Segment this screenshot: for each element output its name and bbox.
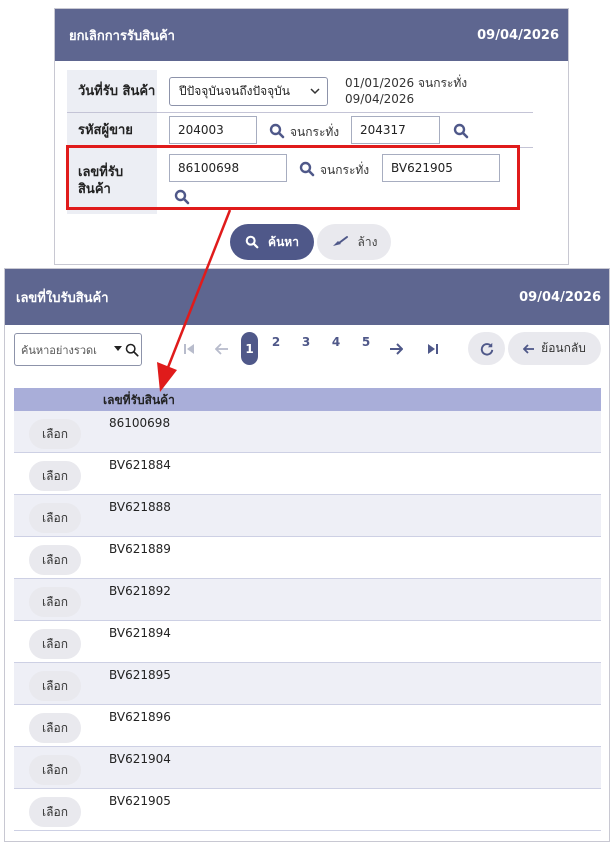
search-button-label: ค้นหา (268, 234, 299, 249)
receipt-code: 86100698 (109, 416, 171, 430)
seller-from-input[interactable]: 204003 (169, 116, 257, 144)
select-button[interactable]: เลือก (29, 629, 81, 659)
search-icon[interactable] (269, 123, 285, 139)
search-icon (245, 235, 259, 249)
select-button[interactable]: เลือก (29, 755, 81, 785)
table-row: เลือก BV621889 (14, 537, 601, 579)
receive-date-label: วันที่รับ สินค้า (67, 70, 157, 112)
select-button[interactable]: เลือก (29, 713, 81, 743)
receipt-code: BV621889 (109, 542, 171, 556)
receipt-code: BV621894 (109, 626, 171, 640)
table-row: เลือก BV621892 (14, 579, 601, 621)
table-row: เลือก BV621896 (14, 705, 601, 747)
panel-header: ยกเลิกการรับสินค้า 09/04/2026 (55, 9, 568, 61)
table-row: เลือก BV621888 (14, 495, 601, 537)
table-row: เลือก BV621904 (14, 747, 601, 789)
first-page-icon[interactable] (183, 343, 195, 355)
receipt-code: BV621888 (109, 500, 171, 514)
receipt-table-body: เลือก 86100698 เลือก BV621884 เลือก BV62188… (14, 411, 601, 831)
page-2[interactable]: 2 (269, 335, 283, 349)
seller-to-label: จนกระทั่ง (290, 125, 340, 139)
page-1[interactable]: 1 (241, 332, 258, 365)
date-range-text: 01/01/2026 จนกระทั่ง 09/04/2026 (345, 75, 467, 107)
table-row: เลือก BV621884 (14, 453, 601, 495)
receipt-code: BV621884 (109, 458, 171, 472)
table-row: เลือก BV621894 (14, 621, 601, 663)
page-4[interactable]: 4 (329, 335, 343, 349)
clear-button-label: ล้าง (357, 234, 378, 249)
last-page-icon[interactable] (427, 343, 439, 355)
clear-button[interactable]: ล้าง (317, 224, 391, 260)
select-button[interactable]: เลือก (29, 797, 81, 827)
search-icon[interactable] (125, 343, 139, 357)
receipt-code: BV621905 (109, 794, 171, 808)
receipt-lookup-panel: เลขที่ใบรับสินค้า 09/04/2026 ค้นหาอย่างร… (4, 268, 610, 842)
column-header-receipt-no: เลขที่รับสินค้า (103, 393, 175, 407)
table-row: เลือก BV621905 (14, 789, 601, 831)
date-range-select[interactable]: ปีปัจจุบันจนถึงปัจจุบัน (169, 77, 328, 106)
page-5[interactable]: 5 (359, 335, 373, 349)
date-range-select-value: ปีปัจจุบันจนถึงปัจจุบัน (179, 84, 290, 98)
receipt-code: BV621892 (109, 584, 171, 598)
date-range-line2: 09/04/2026 (345, 92, 415, 106)
prev-page-icon[interactable] (215, 343, 229, 355)
cancel-receipt-panel: ยกเลิกการรับสินค้า 09/04/2026 วันที่รับ … (54, 8, 569, 265)
receipt-code: BV621904 (109, 752, 171, 766)
lookup-date: 09/04/2026 (519, 289, 601, 305)
seller-to-input[interactable]: 204317 (351, 116, 440, 144)
table-header: เลขที่รับสินค้า (14, 388, 601, 411)
select-button[interactable]: เลือก (29, 587, 81, 617)
select-button[interactable]: เลือก (29, 545, 81, 575)
search-button[interactable]: ค้นหา (230, 224, 314, 260)
receive-date-row: วันที่รับ สินค้า ปีปัจจุบันจนถึงปัจจุบัน… (67, 70, 533, 113)
page-3[interactable]: 3 (299, 335, 313, 349)
broom-icon (332, 236, 348, 246)
receipt-code: BV621895 (109, 668, 171, 682)
back-button[interactable]: ย้อนกลับ (508, 332, 601, 365)
seller-code-row: รหัสผู้ขาย 204003 จนกระทั่ง 204317 (67, 113, 533, 148)
table-row: เลือก BV621895 (14, 663, 601, 705)
back-button-label: ย้อนกลับ (541, 341, 586, 355)
panel-title: ยกเลิกการรับสินค้า (69, 28, 175, 44)
refresh-button[interactable] (468, 332, 505, 365)
quick-search-input[interactable]: ค้นหาอย่างรวดเ (14, 333, 142, 366)
receipt-code: BV621896 (109, 710, 171, 724)
select-button[interactable]: เลือก (29, 671, 81, 701)
seller-code-label: รหัสผู้ขาย (67, 113, 157, 147)
panel-date: 09/04/2026 (477, 27, 559, 43)
lookup-header: เลขที่ใบรับสินค้า 09/04/2026 (5, 269, 609, 325)
table-row: เลือก 86100698 (14, 411, 601, 453)
back-arrow-icon (523, 343, 535, 354)
lookup-title: เลขที่ใบรับสินค้า (16, 290, 109, 306)
date-range-line1: 01/01/2026 จนกระทั่ง (345, 76, 468, 90)
quick-search-placeholder: ค้นหาอย่างรวดเ (21, 343, 97, 357)
search-icon[interactable] (453, 123, 469, 139)
next-page-icon[interactable] (389, 343, 403, 355)
select-button[interactable]: เลือก (29, 461, 81, 491)
chevron-down-icon (310, 88, 320, 95)
refresh-icon (480, 342, 493, 356)
caret-down-icon[interactable] (114, 346, 122, 351)
receipt-no-highlight (66, 145, 520, 210)
select-button[interactable]: เลือก (29, 503, 81, 533)
select-button[interactable]: เลือก (29, 419, 81, 449)
